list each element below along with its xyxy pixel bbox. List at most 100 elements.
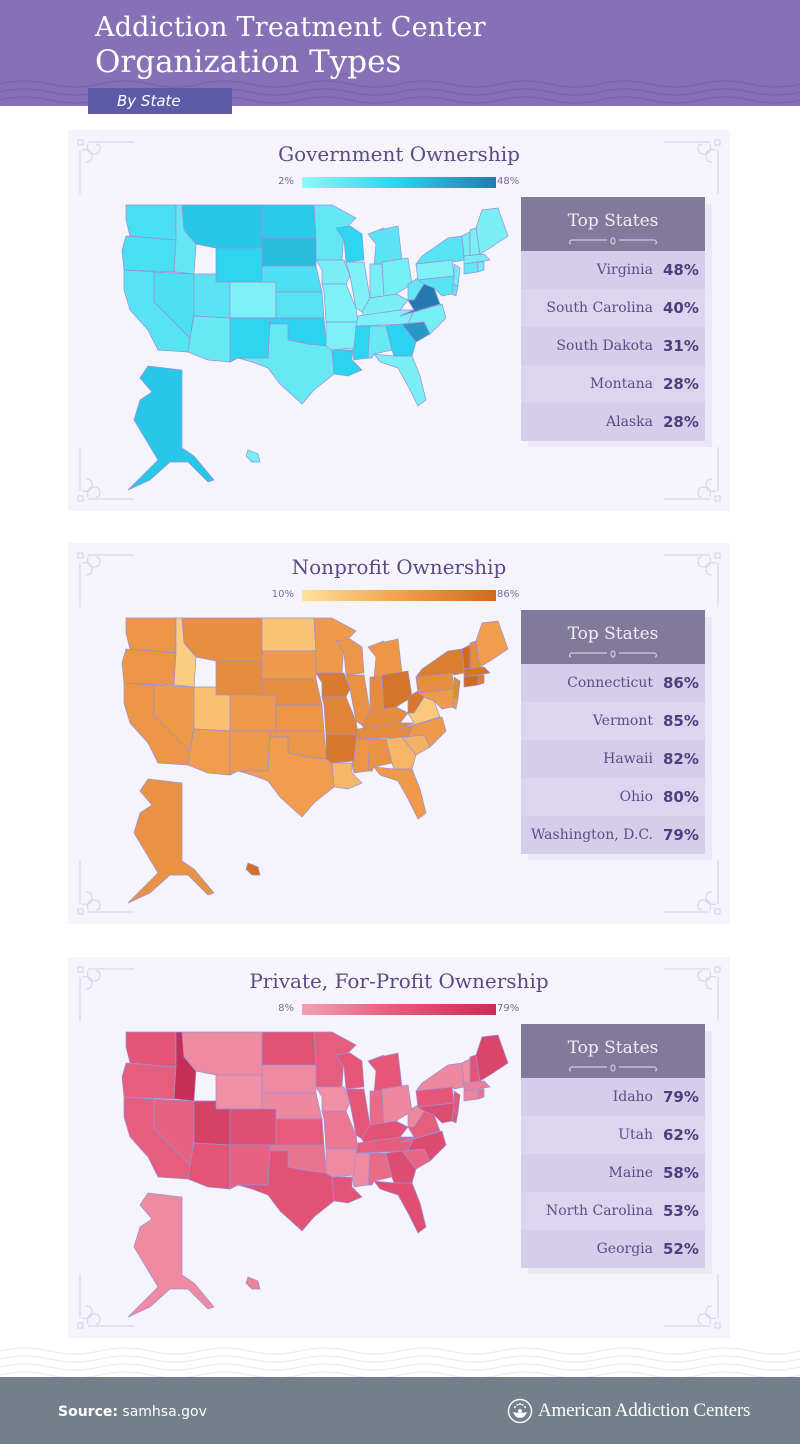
state-name: Connecticut bbox=[567, 675, 653, 691]
state-me[interactable] bbox=[475, 620, 509, 668]
state-ny[interactable] bbox=[415, 1062, 465, 1092]
state-ri[interactable] bbox=[477, 1088, 485, 1100]
state-nd[interactable] bbox=[261, 204, 317, 239]
state-co[interactable] bbox=[229, 281, 277, 319]
state-in[interactable] bbox=[369, 676, 385, 712]
state-az[interactable] bbox=[187, 315, 231, 363]
color-legend: 2% 48% bbox=[68, 176, 730, 190]
state-hi[interactable] bbox=[245, 862, 261, 876]
state-name: Alaska bbox=[606, 414, 653, 430]
legend-min-label: 10% bbox=[271, 589, 294, 600]
state-name: Maine bbox=[608, 1165, 653, 1181]
table-row: Maine 58% bbox=[521, 1154, 705, 1192]
legend-max-label: 79% bbox=[497, 1003, 520, 1014]
state-ar[interactable] bbox=[325, 734, 359, 764]
chart-title: Government Ownership bbox=[278, 142, 520, 166]
state-oh[interactable] bbox=[381, 1084, 413, 1124]
table-title: Top States bbox=[567, 624, 659, 644]
state-nd[interactable] bbox=[261, 617, 317, 652]
state-percentage: 62% bbox=[663, 1126, 699, 1144]
state-wy[interactable] bbox=[215, 247, 263, 283]
state-hi[interactable] bbox=[245, 449, 261, 463]
state-percentage: 58% bbox=[663, 1164, 699, 1182]
title-line-2: Organization Types bbox=[95, 44, 402, 80]
state-or[interactable] bbox=[121, 235, 177, 273]
state-wa[interactable] bbox=[125, 1031, 177, 1068]
state-percentage: 80% bbox=[663, 788, 699, 806]
state-wa[interactable] bbox=[125, 617, 177, 654]
state-az[interactable] bbox=[187, 1142, 231, 1190]
state-percentage: 40% bbox=[663, 299, 699, 317]
state-wy[interactable] bbox=[215, 660, 263, 696]
state-fl[interactable] bbox=[373, 353, 427, 407]
legend-gradient-bar bbox=[302, 177, 496, 188]
state-me[interactable] bbox=[475, 207, 509, 255]
state-percentage: 28% bbox=[663, 375, 699, 393]
state-nm[interactable] bbox=[229, 1144, 271, 1190]
flourish-divider-icon bbox=[568, 650, 658, 658]
state-percentage: 53% bbox=[663, 1202, 699, 1220]
state-ar[interactable] bbox=[325, 321, 359, 351]
table-row: Montana 28% bbox=[521, 365, 705, 403]
state-percentage: 86% bbox=[663, 674, 699, 692]
state-mt[interactable] bbox=[181, 204, 263, 249]
state-ct[interactable] bbox=[463, 674, 479, 688]
state-fl[interactable] bbox=[373, 1180, 427, 1234]
table-row: Utah 62% bbox=[521, 1116, 705, 1154]
state-me[interactable] bbox=[475, 1034, 509, 1082]
state-ar[interactable] bbox=[325, 1148, 359, 1178]
state-in[interactable] bbox=[369, 1090, 385, 1126]
flourish-divider-icon bbox=[568, 237, 658, 245]
state-ak[interactable] bbox=[127, 365, 215, 491]
color-legend: 8% 79% bbox=[68, 1003, 730, 1017]
legend-max-label: 48% bbox=[497, 176, 520, 187]
state-in[interactable] bbox=[369, 263, 385, 299]
chart-title: Nonprofit Ownership bbox=[291, 555, 507, 579]
state-mt[interactable] bbox=[181, 617, 263, 662]
corner-ornament-icon bbox=[664, 860, 721, 915]
state-ct[interactable] bbox=[463, 261, 479, 275]
color-legend: 10% 86% bbox=[68, 589, 730, 603]
state-ks[interactable] bbox=[275, 1118, 325, 1146]
state-ny[interactable] bbox=[415, 648, 465, 678]
legend-gradient-bar bbox=[302, 590, 496, 601]
state-sd[interactable] bbox=[261, 237, 317, 267]
state-ks[interactable] bbox=[275, 291, 325, 319]
choropleth-map bbox=[121, 204, 509, 491]
state-ak[interactable] bbox=[127, 778, 215, 904]
state-ia[interactable] bbox=[315, 259, 351, 285]
state-or[interactable] bbox=[121, 648, 177, 686]
state-name: South Dakota bbox=[556, 338, 653, 354]
state-oh[interactable] bbox=[381, 670, 413, 710]
top-states-table: Top States Connecticut 86% Vermont 85% Hawaii… bbox=[521, 610, 712, 860]
state-sd[interactable] bbox=[261, 1064, 317, 1094]
brand-logo[interactable]: American Addiction Centers bbox=[507, 1398, 750, 1424]
state-ny[interactable] bbox=[415, 235, 465, 265]
table-row: North Carolina 53% bbox=[521, 1192, 705, 1230]
state-nm[interactable] bbox=[229, 730, 271, 776]
state-az[interactable] bbox=[187, 728, 231, 776]
state-co[interactable] bbox=[229, 694, 277, 732]
state-mt[interactable] bbox=[181, 1031, 263, 1076]
state-ri[interactable] bbox=[477, 674, 485, 686]
state-ia[interactable] bbox=[315, 672, 351, 698]
state-ak[interactable] bbox=[127, 1192, 215, 1318]
state-or[interactable] bbox=[121, 1062, 177, 1100]
state-wa[interactable] bbox=[125, 204, 177, 241]
state-oh[interactable] bbox=[381, 257, 413, 297]
state-name: Hawaii bbox=[603, 751, 653, 767]
state-hi[interactable] bbox=[245, 1276, 261, 1290]
state-nm[interactable] bbox=[229, 317, 271, 363]
state-ks[interactable] bbox=[275, 704, 325, 732]
state-wy[interactable] bbox=[215, 1074, 263, 1110]
state-fl[interactable] bbox=[373, 766, 427, 820]
state-name: South Carolina bbox=[546, 300, 653, 316]
table-row: Ohio 80% bbox=[521, 778, 705, 816]
state-nd[interactable] bbox=[261, 1031, 317, 1066]
source-link[interactable]: samhsa.gov bbox=[122, 1404, 206, 1420]
state-ct[interactable] bbox=[463, 1088, 479, 1102]
state-ia[interactable] bbox=[315, 1086, 351, 1112]
state-sd[interactable] bbox=[261, 650, 317, 680]
state-ri[interactable] bbox=[477, 261, 485, 273]
state-co[interactable] bbox=[229, 1108, 277, 1146]
